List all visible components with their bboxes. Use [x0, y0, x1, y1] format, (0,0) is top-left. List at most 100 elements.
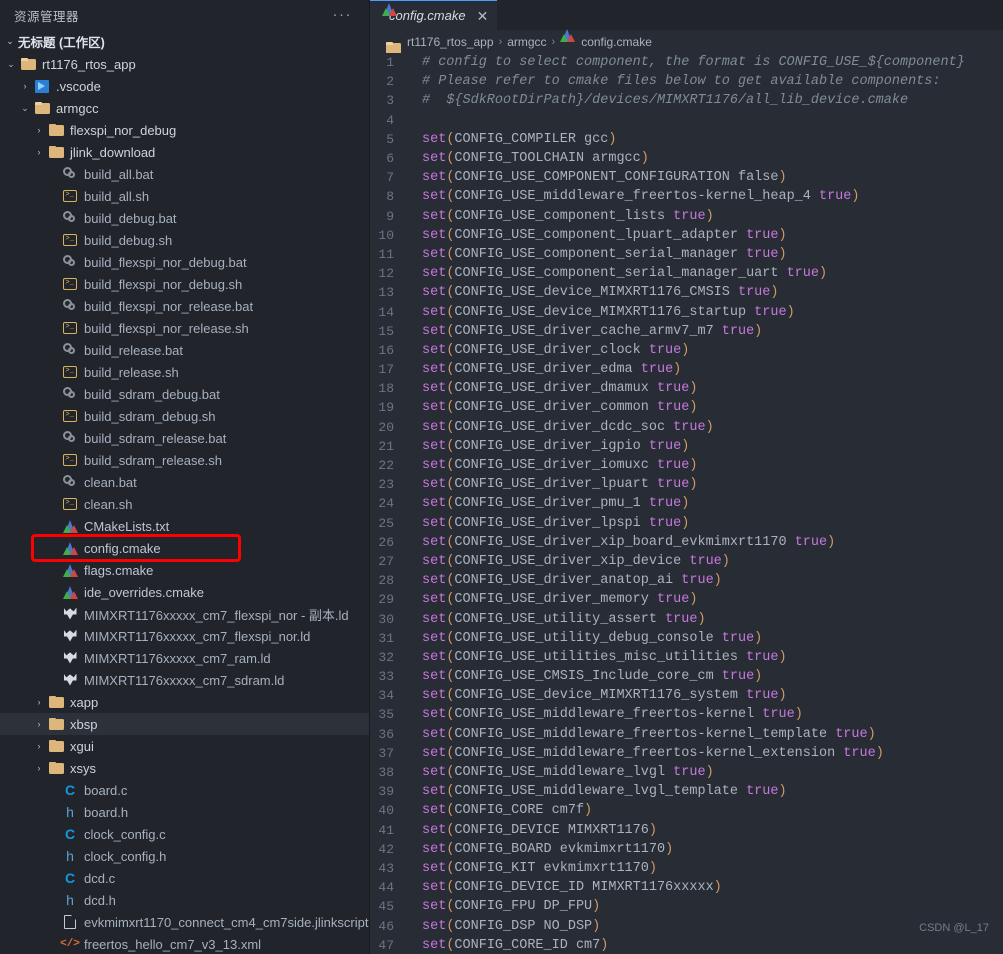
tree-folder-row[interactable]: › jlink_download — [0, 141, 369, 163]
chevron-right-icon[interactable]: › — [32, 741, 46, 751]
tree-file-row[interactable]: · build_flexspi_nor_debug.bat — [0, 251, 369, 273]
chevron-down-icon[interactable]: ⌄ — [2, 36, 18, 47]
code-line[interactable]: 37 set(CONFIG_USE_middleware_freertos-ker… — [370, 744, 1003, 763]
code-line[interactable]: 28 set(CONFIG_USE_driver_anatop_ai true) — [370, 571, 1003, 590]
chevron-right-icon[interactable]: › — [32, 147, 46, 157]
code-line[interactable]: 18 set(CONFIG_USE_driver_dmamux true) — [370, 379, 1003, 398]
code-line[interactable]: 26 set(CONFIG_USE_driver_xip_board_evkmim… — [370, 533, 1003, 552]
code-line[interactable]: 25 set(CONFIG_USE_driver_lpspi true) — [370, 514, 1003, 533]
chevron-right-icon[interactable]: › — [32, 719, 46, 729]
tree-file-row[interactable]: · MIMXRT1176xxxxx_cm7_sdram.ld — [0, 669, 369, 691]
code-line[interactable]: 15 set(CONFIG_USE_driver_cache_armv7_m7 t… — [370, 322, 1003, 341]
code-line[interactable]: 29 set(CONFIG_USE_driver_memory true) — [370, 590, 1003, 609]
tree-file-row[interactable]: ·>_build_all.sh — [0, 185, 369, 207]
tree-file-row[interactable]: · evkmimxrt1170_connect_cm4_cm7side.jlink… — [0, 911, 369, 933]
code-line[interactable]: 44 set(CONFIG_DEVICE_ID MIMXRT1176xxxxx) — [370, 878, 1003, 897]
code-line[interactable]: 32 set(CONFIG_USE_utilities_misc_utilitie… — [370, 648, 1003, 667]
code-line[interactable]: 47 set(CONFIG_CORE_ID cm7) — [370, 936, 1003, 954]
tree-file-row[interactable]: · build_sdram_debug.bat — [0, 383, 369, 405]
code-content[interactable]: 1 # config to select component, the forma… — [370, 53, 1003, 954]
code-line[interactable]: 34 set(CONFIG_USE_device_MIMXRT1176_syste… — [370, 686, 1003, 705]
tree-file-row[interactable]: ·>_build_release.sh — [0, 361, 369, 383]
tree-file-row[interactable]: · CMakeLists.txt — [0, 515, 369, 537]
tree-file-row[interactable]: ·>_build_sdram_debug.sh — [0, 405, 369, 427]
code-line[interactable]: 24 set(CONFIG_USE_driver_pmu_1 true) — [370, 494, 1003, 513]
breadcrumb-item[interactable]: armgcc — [507, 35, 546, 49]
tree-folder-row[interactable]: ⌄ armgcc — [0, 97, 369, 119]
tree-file-row[interactable]: · build_debug.bat — [0, 207, 369, 229]
chevron-right-icon[interactable]: › — [18, 81, 32, 91]
tree-folder-row[interactable]: › xgui — [0, 735, 369, 757]
close-icon[interactable]: ✕ — [477, 9, 489, 23]
code-line[interactable]: 46 set(CONFIG_DSP NO_DSP) — [370, 916, 1003, 935]
code-line[interactable]: 11 set(CONFIG_USE_component_serial_manage… — [370, 245, 1003, 264]
code-line[interactable]: 14 set(CONFIG_USE_device_MIMXRT1176_start… — [370, 302, 1003, 321]
tree-file-row[interactable]: · h dcd.h — [0, 889, 369, 911]
tree-file-row[interactable]: · ide_overrides.cmake — [0, 581, 369, 603]
breadcrumb-item[interactable]: config.cmake — [560, 28, 652, 49]
tree-file-row[interactable]: · flags.cmake — [0, 559, 369, 581]
code-line[interactable]: 2 # Please refer to cmake files below to … — [370, 72, 1003, 91]
chevron-right-icon[interactable]: › — [32, 763, 46, 773]
code-line[interactable]: 1 # config to select component, the forma… — [370, 53, 1003, 72]
code-line[interactable]: 12 set(CONFIG_USE_component_serial_manage… — [370, 264, 1003, 283]
breadcrumb-item[interactable]: rt1176_rtos_app — [386, 35, 494, 49]
tree-file-row[interactable]: ·</> freertos_hello_cm7_v3_13.xml — [0, 933, 369, 954]
code-line[interactable]: 8 set(CONFIG_USE_middleware_freertos-kern… — [370, 187, 1003, 206]
tree-folder-row[interactable]: › xsys — [0, 757, 369, 779]
code-line[interactable]: 40 set(CONFIG_CORE cm7f) — [370, 801, 1003, 820]
code-line[interactable]: 22 set(CONFIG_USE_driver_iomuxc true) — [370, 456, 1003, 475]
code-line[interactable]: 41 set(CONFIG_DEVICE MIMXRT1176) — [370, 821, 1003, 840]
file-tree[interactable]: ⌄ rt1176_rtos_app › .vscode ⌄ armgcc › flexspi_… — [0, 53, 369, 954]
code-line[interactable]: 5 set(CONFIG_COMPILER gcc) — [370, 130, 1003, 149]
code-line[interactable]: 21 set(CONFIG_USE_driver_igpio true) — [370, 437, 1003, 456]
code-line[interactable]: 16 set(CONFIG_USE_driver_clock true) — [370, 341, 1003, 360]
tree-folder-row[interactable]: › xbsp — [0, 713, 369, 735]
tree-folder-row[interactable]: › flexspi_nor_debug — [0, 119, 369, 141]
tree-file-row[interactable]: ·>_clean.sh — [0, 493, 369, 515]
tree-file-row[interactable]: · build_release.bat — [0, 339, 369, 361]
code-line[interactable]: 38 set(CONFIG_USE_middleware_lvgl true) — [370, 763, 1003, 782]
tree-file-row[interactable]: · MIMXRT1176xxxxx_cm7_flexspi_nor - 副本.ld — [0, 603, 369, 625]
tree-file-row[interactable]: · MIMXRT1176xxxxx_cm7_ram.ld — [0, 647, 369, 669]
tree-file-row[interactable]: · MIMXRT1176xxxxx_cm7_flexspi_nor.ld — [0, 625, 369, 647]
tree-file-row[interactable]: ·>_build_flexspi_nor_debug.sh — [0, 273, 369, 295]
code-line[interactable]: 9 set(CONFIG_USE_component_lists true) — [370, 207, 1003, 226]
code-line[interactable]: 3 # ${SdkRootDirPath}/devices/MIMXRT1176/… — [370, 91, 1003, 110]
tree-file-row[interactable]: · build_sdram_release.bat — [0, 427, 369, 449]
code-line[interactable]: 13 set(CONFIG_USE_device_MIMXRT1176_CMSIS… — [370, 283, 1003, 302]
code-line[interactable]: 31 set(CONFIG_USE_utility_debug_console t… — [370, 629, 1003, 648]
code-line[interactable]: 27 set(CONFIG_USE_driver_xip_device true) — [370, 552, 1003, 571]
code-line[interactable]: 36 set(CONFIG_USE_middleware_freertos-ker… — [370, 725, 1003, 744]
tree-folder-row[interactable]: › xapp — [0, 691, 369, 713]
tree-file-row[interactable]: ·>_build_debug.sh — [0, 229, 369, 251]
tree-file-row[interactable]: · h clock_config.h — [0, 845, 369, 867]
chevron-right-icon[interactable]: › — [32, 697, 46, 707]
tree-file-row[interactable]: · config.cmake — [0, 537, 369, 559]
code-line[interactable]: 42 set(CONFIG_BOARD evkmimxrt1170) — [370, 840, 1003, 859]
code-line[interactable]: 7 set(CONFIG_USE_COMPONENT_CONFIGURATION … — [370, 168, 1003, 187]
tree-file-row[interactable]: · Cdcd.c — [0, 867, 369, 889]
tab-config-cmake[interactable]: config.cmake ✕ — [370, 0, 498, 30]
breadcrumb[interactable]: rt1176_rtos_app › armgcc › config.cmake — [370, 28, 1003, 53]
tree-file-row[interactable]: ·>_build_sdram_release.sh — [0, 449, 369, 471]
code-line[interactable]: 23 set(CONFIG_USE_driver_lpuart true) — [370, 475, 1003, 494]
tree-file-row[interactable]: · Cclock_config.c — [0, 823, 369, 845]
workspace-root-row[interactable]: ⌄ 无标题 (工作区) — [0, 30, 369, 53]
code-line[interactable]: 33 set(CONFIG_USE_CMSIS_Include_core_cm t… — [370, 667, 1003, 686]
tree-folder-row[interactable]: › .vscode — [0, 75, 369, 97]
tree-file-row[interactable]: · clean.bat — [0, 471, 369, 493]
tree-file-row[interactable]: ·>_build_flexspi_nor_release.sh — [0, 317, 369, 339]
tree-file-row[interactable]: · build_flexspi_nor_release.bat — [0, 295, 369, 317]
code-line[interactable]: 39 set(CONFIG_USE_middleware_lvgl_templat… — [370, 782, 1003, 801]
chevron-right-icon[interactable]: › — [32, 125, 46, 135]
code-line[interactable]: 19 set(CONFIG_USE_driver_common true) — [370, 398, 1003, 417]
tree-file-row[interactable]: · Cboard.c — [0, 779, 369, 801]
tree-file-row[interactable]: · build_all.bat — [0, 163, 369, 185]
code-line[interactable]: 43 set(CONFIG_KIT evkmimxrt1170) — [370, 859, 1003, 878]
code-line[interactable]: 30 set(CONFIG_USE_utility_assert true) — [370, 609, 1003, 628]
tree-file-row[interactable]: · h board.h — [0, 801, 369, 823]
code-line[interactable]: 4 — [370, 111, 1003, 130]
code-line[interactable]: 10 set(CONFIG_USE_component_lpuart_adapte… — [370, 226, 1003, 245]
code-line[interactable]: 35 set(CONFIG_USE_middleware_freertos-ker… — [370, 705, 1003, 724]
